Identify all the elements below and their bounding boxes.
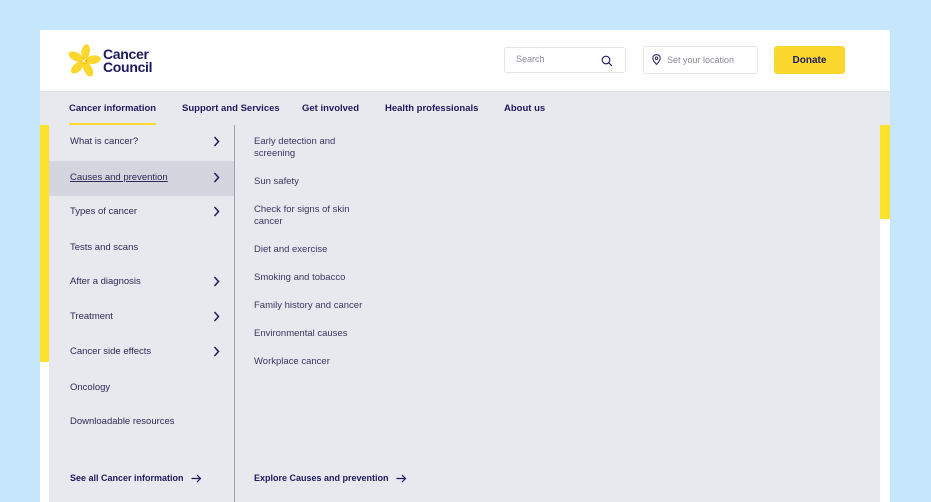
submenu-item-smoking-and-tobacco[interactable]: Smoking and tobacco bbox=[254, 272, 404, 284]
submenu-item-early-detection[interactable]: Early detection and screening bbox=[254, 136, 364, 159]
menu-item-downloadable-resources[interactable]: Downloadable resources bbox=[49, 405, 234, 440]
main-nav: Cancer information Support and Services … bbox=[40, 91, 890, 125]
menu-level2: Early detection and screening Sun safety… bbox=[235, 125, 535, 502]
menu-item-tests-and-scans[interactable]: Tests and scans bbox=[49, 231, 234, 266]
menu-item-label: Downloadable resources bbox=[70, 416, 175, 427]
chevron-right-icon bbox=[213, 276, 220, 287]
donate-button[interactable]: Donate bbox=[774, 46, 845, 74]
nav-cancer-information[interactable]: Cancer information bbox=[69, 103, 157, 125]
explore-causes-and-prevention-link[interactable]: Explore Causes and prevention bbox=[254, 473, 407, 483]
nav-about-us[interactable]: About us bbox=[504, 103, 545, 114]
right-gutter bbox=[880, 219, 890, 502]
menu-item-label: Tests and scans bbox=[70, 242, 139, 253]
location-pin-icon bbox=[652, 54, 661, 65]
link-label: See all Cancer information bbox=[70, 473, 184, 483]
chevron-right-icon bbox=[213, 346, 220, 357]
submenu-item-sun-safety[interactable]: Sun safety bbox=[254, 176, 364, 188]
arrow-right-icon bbox=[396, 474, 406, 482]
menu-item-oncology[interactable]: Oncology bbox=[49, 371, 234, 406]
menu-item-types-of-cancer[interactable]: Types of cancer bbox=[49, 195, 234, 230]
page: Cancer Council Set your location Donate … bbox=[40, 30, 890, 502]
menu-level1: What is cancer? Causes and prevention Ty… bbox=[49, 125, 234, 502]
menu-item-what-is-cancer[interactable]: What is cancer? bbox=[49, 125, 234, 160]
daffodil-logo-icon bbox=[68, 44, 101, 77]
nav-get-involved[interactable]: Get involved bbox=[302, 103, 359, 114]
accent-bar-right bbox=[880, 125, 890, 219]
logo-text: Cancer Council bbox=[103, 47, 153, 75]
link-label: Explore Causes and prevention bbox=[254, 473, 389, 483]
menu-item-causes-and-prevention[interactable]: Causes and prevention bbox=[49, 161, 234, 196]
chevron-right-icon bbox=[213, 136, 220, 147]
arrow-right-icon bbox=[191, 474, 201, 482]
site-header: Cancer Council Set your location Donate bbox=[40, 30, 890, 91]
left-gutter bbox=[40, 362, 49, 502]
submenu-item-environmental-causes[interactable]: Environmental causes bbox=[254, 328, 404, 340]
logo[interactable]: Cancer Council bbox=[67, 44, 153, 78]
logo-line2: Council bbox=[103, 59, 153, 75]
menu-item-label: Treatment bbox=[70, 311, 113, 322]
search-icon[interactable] bbox=[601, 55, 613, 67]
see-all-cancer-information-link[interactable]: See all Cancer information bbox=[70, 473, 202, 483]
nav-health-professionals[interactable]: Health professionals bbox=[385, 103, 478, 114]
menu-item-after-a-diagnosis[interactable]: After a diagnosis bbox=[49, 265, 234, 300]
menu-item-label: Causes and prevention bbox=[70, 172, 168, 183]
menu-item-label: Cancer side effects bbox=[70, 346, 152, 357]
menu-item-treatment[interactable]: Treatment bbox=[49, 300, 234, 335]
nav-support-and-services[interactable]: Support and Services bbox=[182, 103, 280, 114]
search-box[interactable] bbox=[504, 47, 626, 73]
submenu-item-workplace-cancer[interactable]: Workplace cancer bbox=[254, 356, 404, 368]
accent-bar-left bbox=[40, 125, 49, 362]
chevron-right-icon bbox=[213, 172, 220, 183]
menu-item-label: Oncology bbox=[70, 382, 111, 393]
menu-item-label: After a diagnosis bbox=[70, 276, 141, 287]
submenu-item-family-history[interactable]: Family history and cancer bbox=[254, 300, 404, 312]
search-input[interactable] bbox=[516, 54, 596, 64]
chevron-right-icon bbox=[213, 206, 220, 217]
menu-item-cancer-side-effects[interactable]: Cancer side effects bbox=[49, 335, 234, 370]
submenu-item-check-skin-cancer[interactable]: Check for signs of skin cancer bbox=[254, 204, 364, 227]
location-field[interactable]: Set your location bbox=[643, 46, 758, 74]
submenu-item-diet-and-exercise[interactable]: Diet and exercise bbox=[254, 244, 364, 256]
chevron-right-icon bbox=[213, 311, 220, 322]
menu-item-label: What is cancer? bbox=[70, 136, 139, 147]
location-placeholder: Set your location bbox=[667, 55, 735, 65]
menu-item-label: Types of cancer bbox=[70, 206, 138, 217]
